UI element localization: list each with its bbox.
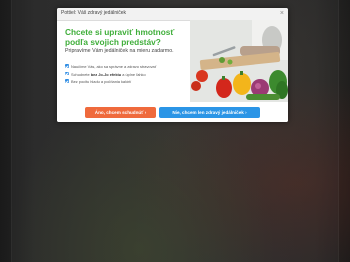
diet-plan-modal: Pottiel: Váš zdravý jedálniček × Chcete … xyxy=(57,8,288,122)
benefit-item: Schudnete bez Jo-Jo efektu a úplne ľahko xyxy=(65,71,156,79)
close-icon[interactable]: × xyxy=(280,9,284,18)
benefit-bold-text: bez Jo-Jo efektu xyxy=(90,71,122,77)
benefit-list: Naučíme Vás, ako sa správne a zdravo str… xyxy=(65,63,156,86)
benefit-text: Bez pocitu hladu a počítania kalórií xyxy=(71,79,132,84)
modal-footer: Áno, chcem schudnúť › Nie, chcem len zdr… xyxy=(57,102,288,122)
check-icon xyxy=(65,64,69,68)
benefit-item: Bez pocitu hladu a počítania kalórií xyxy=(65,78,156,86)
modal-subheadline: Pripravíme Vám jedálniček na mieru zadar… xyxy=(65,48,174,54)
benefit-item: Naučíme Vás, ako sa správne a zdravo str… xyxy=(65,63,156,71)
check-icon xyxy=(65,79,69,83)
modal-window-title: Pottiel: Váš zdravý jedálniček xyxy=(61,10,127,16)
vegetables-hero-image xyxy=(190,20,288,102)
benefit-text: Naučíme Vás, ako sa správne a zdravo str… xyxy=(71,64,157,69)
healthy-menu-button[interactable]: Nie, chcem len zdravý jedálniček › xyxy=(159,107,260,118)
vegetables-illustration xyxy=(190,20,288,102)
check-icon xyxy=(65,71,69,76)
benefit-text-end: a úplne ľahko xyxy=(121,71,146,77)
modal-headline: Chcete si upraviť hmotnosť podľa svojich… xyxy=(65,27,175,47)
lose-weight-button[interactable]: Áno, chcem schudnúť › xyxy=(85,107,156,118)
benefit-text: Schudnete xyxy=(71,71,91,77)
